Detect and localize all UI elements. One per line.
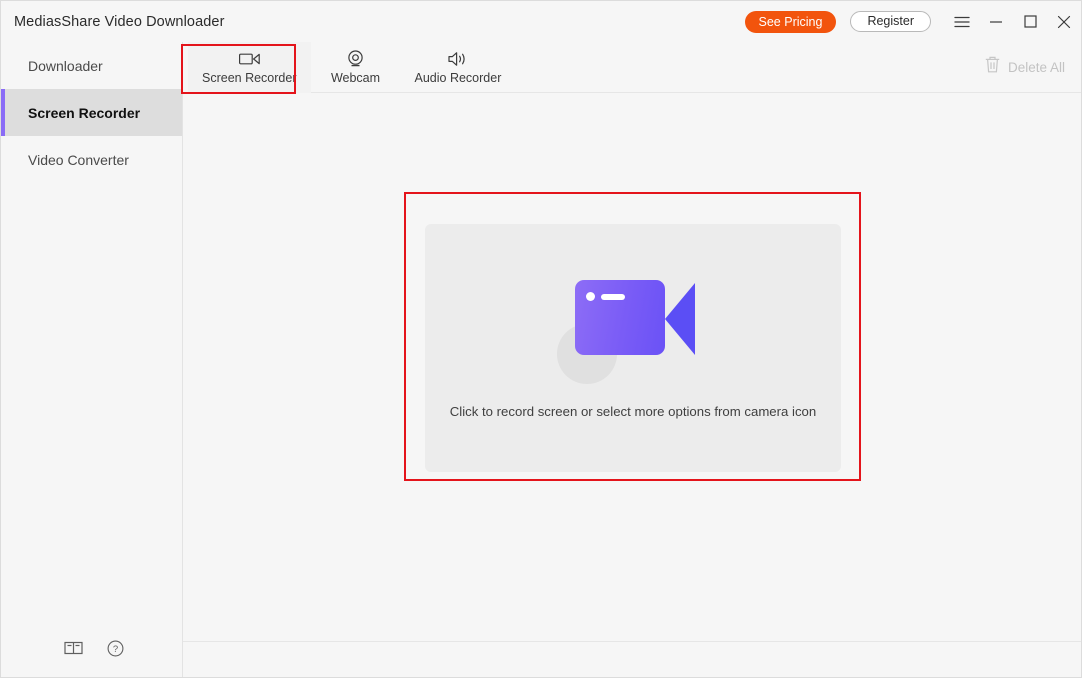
see-pricing-button[interactable]: See Pricing — [745, 11, 837, 33]
recorder-toolbar: Screen Recorder Webcam Audio Recorde — [183, 42, 1082, 93]
sidebar-item-label: Downloader — [28, 58, 103, 74]
sidebar-item-downloader[interactable]: Downloader — [1, 42, 182, 89]
sidebar-footer: ? — [1, 636, 182, 660]
maximize-icon[interactable] — [1013, 1, 1047, 42]
bottom-divider — [183, 641, 1082, 642]
sidebar-item-label: Video Converter — [28, 152, 129, 168]
tab-label: Screen Recorder — [202, 71, 297, 85]
record-drop-panel[interactable]: Click to record screen or select more op… — [425, 224, 841, 472]
tab-label: Audio Recorder — [415, 71, 502, 85]
close-icon[interactable] — [1047, 1, 1081, 42]
camera-body — [575, 280, 665, 355]
drop-panel-caption: Click to record screen or select more op… — [425, 404, 841, 419]
help-icon[interactable]: ? — [101, 636, 129, 660]
app-title: MediasShare Video Downloader — [14, 14, 225, 30]
svg-text:?: ? — [112, 644, 117, 655]
app-window: MediasShare Video Downloader See Pricing… — [0, 0, 1082, 678]
sidebar-item-label: Screen Recorder — [28, 105, 140, 121]
speaker-icon — [448, 49, 468, 68]
camera-indicator-dot — [586, 292, 595, 301]
camera-lens-triangle — [665, 283, 695, 355]
delete-all-label: Delete All — [1008, 60, 1065, 75]
tab-audio-recorder[interactable]: Audio Recorder — [401, 42, 516, 93]
trash-icon — [985, 56, 1000, 78]
tab-screen-recorder[interactable]: Screen Recorder — [188, 42, 311, 93]
title-bar-controls: See Pricing Register — [745, 1, 1082, 42]
main-content: Click to record screen or select more op… — [183, 93, 1082, 678]
register-button[interactable]: Register — [850, 11, 931, 32]
tab-webcam[interactable]: Webcam — [311, 42, 401, 93]
sidebar-item-video-converter[interactable]: Video Converter — [1, 136, 182, 183]
sidebar-item-screen-recorder[interactable]: Screen Recorder — [1, 89, 182, 136]
webcam-icon — [346, 49, 365, 68]
minimize-icon[interactable] — [979, 1, 1013, 42]
sidebar: Downloader Screen Recorder Video Convert… — [1, 42, 183, 678]
book-icon[interactable] — [59, 636, 87, 660]
video-camera-icon — [239, 49, 260, 68]
tab-label: Webcam — [331, 71, 380, 85]
video-camera-illustration — [425, 272, 841, 382]
hamburger-menu-icon[interactable] — [945, 1, 979, 42]
camera-indicator-bar — [601, 294, 625, 300]
delete-all-button: Delete All — [985, 56, 1065, 78]
title-bar: MediasShare Video Downloader See Pricing… — [1, 1, 1082, 42]
